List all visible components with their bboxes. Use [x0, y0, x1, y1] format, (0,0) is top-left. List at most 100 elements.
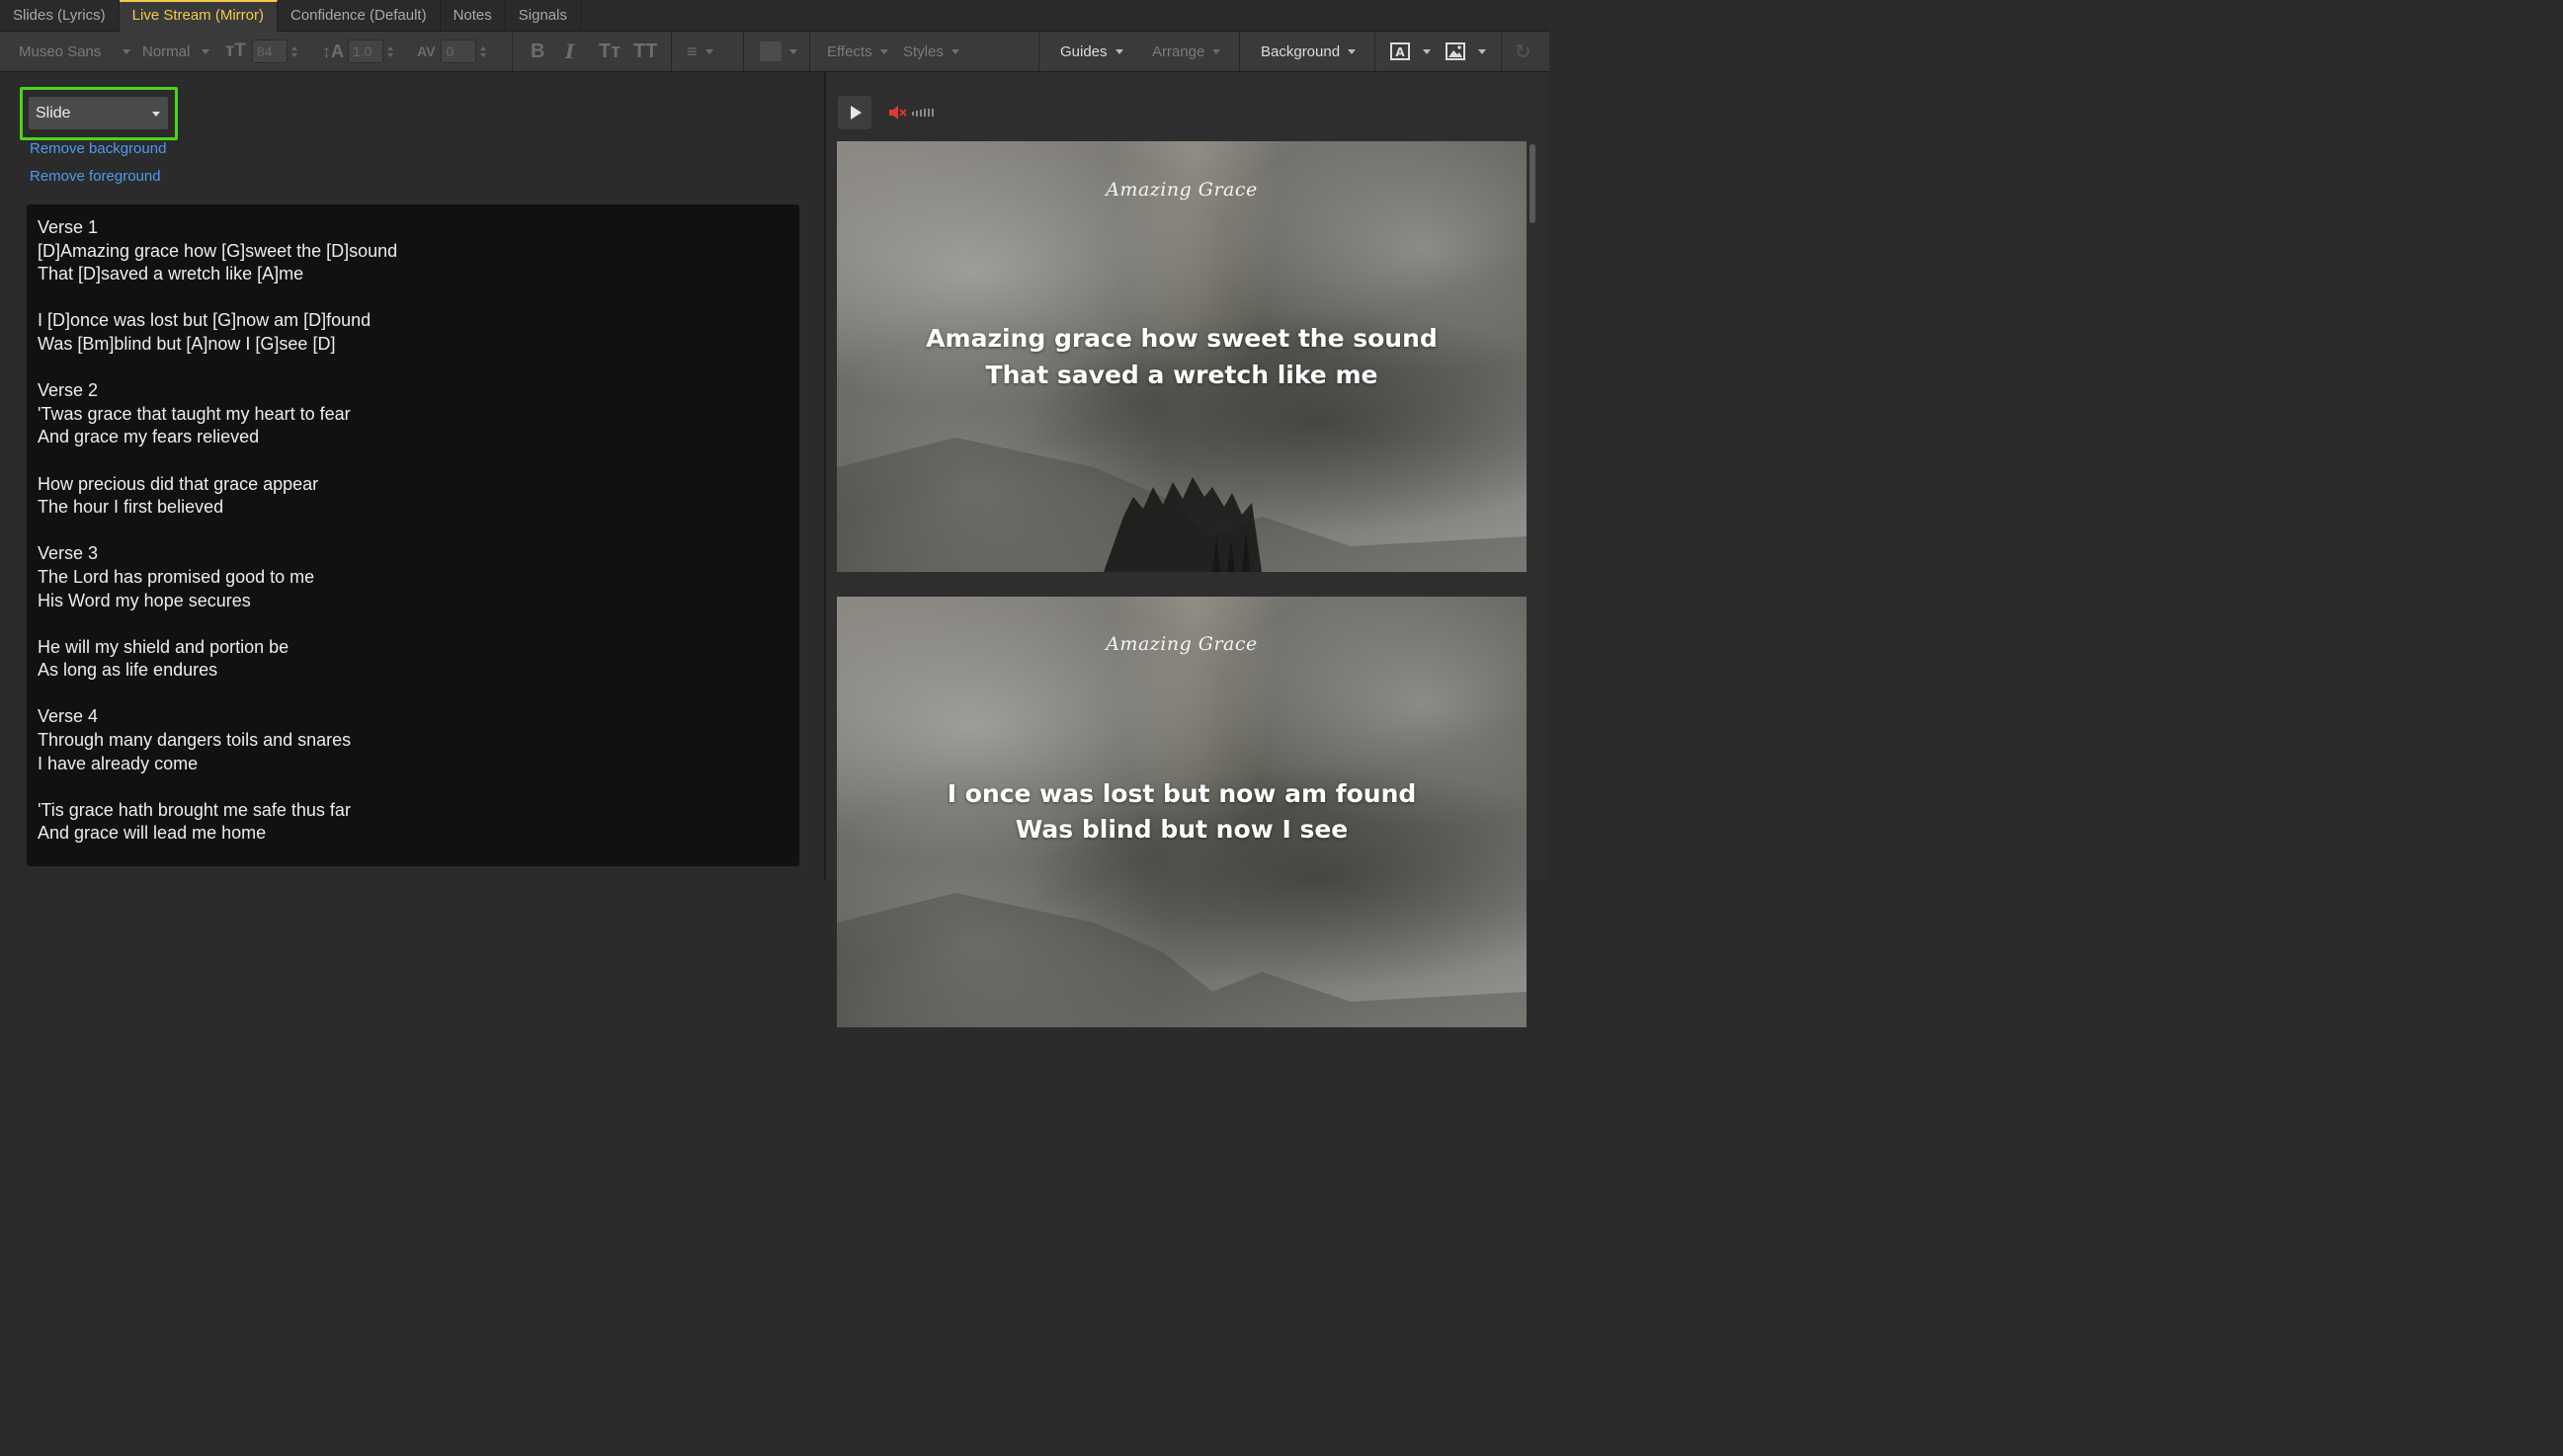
lyrics-line: Was [Bm]blind but [A]now I [G]see [D]	[38, 333, 336, 354]
lyrics-line	[38, 449, 788, 473]
text-toolbar: Museo Sans Normal ᴛT 84 ↕A 1.0 AV 0 B I …	[0, 32, 1549, 72]
bold-button[interactable]: B	[531, 32, 544, 71]
letter-spacing-icon: AV	[417, 43, 436, 59]
arrange-label: Arrange	[1152, 42, 1205, 60]
lyrics-line: That [D]saved a wretch like [A]me	[38, 264, 304, 284]
refresh-icon: ↻	[1515, 40, 1531, 63]
slide-lyric-line: Amazing grace how sweet the sound	[926, 324, 1438, 353]
font-weight-value: Normal	[142, 42, 191, 60]
line-height-stepper[interactable]	[387, 45, 393, 57]
letter-spacing-input[interactable]: 0	[441, 40, 477, 63]
lyrics-line: As long as life endures	[38, 660, 218, 681]
insert-media-button[interactable]	[1445, 32, 1486, 71]
chevron-down-icon	[123, 48, 131, 54]
letter-spacing-control[interactable]: AV 0	[417, 32, 487, 71]
tab-live-stream-mirror[interactable]: Live Stream (Mirror)	[119, 0, 278, 32]
chevron-down-icon	[704, 48, 713, 54]
lyrics-line: Verse 1	[38, 217, 99, 237]
lyrics-line	[38, 520, 788, 543]
remove-background-link[interactable]: Remove background	[30, 140, 166, 157]
font-weight-dropdown[interactable]: Normal	[142, 32, 210, 71]
tab-slides-lyrics[interactable]: Slides (Lyrics)	[0, 0, 120, 32]
layer-select-dropdown[interactable]: Slide	[28, 96, 169, 130]
chevron-down-icon	[1423, 48, 1431, 54]
lyrics-line: I [D]once was lost but [G]now am [D]foun…	[38, 310, 372, 331]
reset-button[interactable]: ↻	[1515, 32, 1531, 71]
line-height-icon: ↕A	[322, 40, 344, 61]
lyrics-line: And grace will lead me home	[38, 823, 267, 844]
lyrics-line	[38, 357, 788, 380]
text-color-dropdown[interactable]	[760, 32, 797, 71]
small-caps-button[interactable]: Tᴛ	[599, 32, 620, 71]
chevron-down-icon	[152, 112, 160, 117]
align-icon: ≡	[687, 40, 698, 61]
lyrics-line	[38, 612, 788, 636]
italic-button[interactable]: I	[565, 32, 574, 71]
tab-confidence-default[interactable]: Confidence (Default)	[278, 0, 441, 32]
line-height-control[interactable]: ↕A 1.0	[322, 32, 393, 71]
preview-scrollbar[interactable]	[1530, 144, 1535, 223]
lyrics-line: His Word my hope secures	[38, 590, 251, 610]
lyrics-line: The Lord has promised good to me	[38, 566, 315, 587]
chevron-down-icon	[1212, 48, 1221, 54]
font-size-input[interactable]: 84	[251, 40, 288, 63]
lyrics-line: He will my shield and portion be	[38, 636, 289, 657]
chevron-down-icon	[879, 48, 888, 54]
insert-text-box-button[interactable]: A	[1389, 32, 1431, 71]
lyrics-line: I have already come	[38, 753, 199, 773]
image-icon	[1446, 42, 1465, 60]
lyrics-line	[38, 775, 788, 799]
chevron-down-icon	[951, 48, 959, 54]
lyrics-text-editor[interactable]: Verse 1 [D]Amazing grace how [G]sweet th…	[27, 204, 799, 866]
lyrics-line: How precious did that grace appear	[38, 473, 319, 494]
small-caps-icon: Tᴛ	[599, 40, 621, 62]
lyrics-line: Verse 2	[38, 380, 99, 401]
effects-label: Effects	[827, 42, 872, 60]
line-height-input[interactable]: 1.0	[348, 40, 383, 63]
slide-preview[interactable]: Amazing Grace Amazing grace how sweet th…	[837, 141, 1527, 572]
tab-notes[interactable]: Notes	[441, 0, 506, 32]
mute-volume-icon[interactable]	[888, 104, 938, 121]
slide-lyric-line: Was blind but now I see	[1015, 815, 1349, 844]
font-family-value: Museo Sans	[19, 42, 102, 60]
guides-label: Guides	[1060, 42, 1108, 60]
background-label: Background	[1261, 42, 1341, 60]
tab-signals[interactable]: Signals	[506, 0, 581, 32]
font-family-dropdown[interactable]: Museo Sans	[19, 32, 131, 71]
alignment-dropdown[interactable]: ≡	[687, 32, 713, 71]
chevron-down-icon	[1115, 48, 1123, 54]
font-size-icon: ᴛT	[225, 40, 246, 61]
lyrics-line: And grace my fears relieved	[38, 427, 260, 447]
slide-preview[interactable]: Amazing Grace I once was lost but now am…	[837, 597, 1527, 1027]
effects-dropdown[interactable]: Effects	[827, 32, 888, 71]
lyrics-line	[38, 683, 788, 706]
chevron-down-icon	[1478, 48, 1486, 54]
lyrics-line: [D]Amazing grace how [G]sweet the [D]sou…	[38, 240, 398, 261]
lyrics-line: 'Tis grace hath brought me safe thus far	[38, 799, 351, 820]
bold-icon: B	[531, 40, 545, 62]
styles-dropdown[interactable]: Styles	[903, 32, 959, 71]
styles-label: Styles	[903, 42, 944, 60]
slide-lyric-line: That saved a wretch like me	[985, 361, 1378, 389]
output-tab-bar: Slides (Lyrics) Live Stream (Mirror) Con…	[0, 0, 1549, 32]
italic-icon: I	[565, 40, 575, 63]
letter-spacing-stepper[interactable]	[480, 45, 487, 57]
lyrics-line	[38, 286, 788, 310]
layer-select-value: Slide	[36, 105, 71, 121]
lyrics-line: 'Twas grace that taught my heart to fear	[38, 403, 351, 424]
svg-text:A: A	[1395, 45, 1405, 59]
slide-title: Amazing Grace	[1106, 179, 1258, 201]
background-dropdown[interactable]: Background	[1261, 32, 1357, 71]
remove-foreground-link[interactable]: Remove foreground	[30, 168, 161, 185]
font-size-control[interactable]: ᴛT 84	[225, 32, 297, 71]
play-button[interactable]	[838, 96, 871, 129]
chevron-down-icon	[202, 48, 210, 54]
text-box-icon: A	[1390, 42, 1410, 60]
arrange-dropdown[interactable]: Arrange	[1152, 32, 1221, 71]
all-caps-icon: TT	[633, 40, 658, 62]
all-caps-button[interactable]: TT	[633, 32, 657, 71]
guides-dropdown[interactable]: Guides	[1060, 32, 1123, 71]
slide-title: Amazing Grace	[1106, 633, 1258, 655]
lyrics-line: The hour I first believed	[38, 497, 224, 518]
font-size-stepper[interactable]	[290, 45, 297, 57]
